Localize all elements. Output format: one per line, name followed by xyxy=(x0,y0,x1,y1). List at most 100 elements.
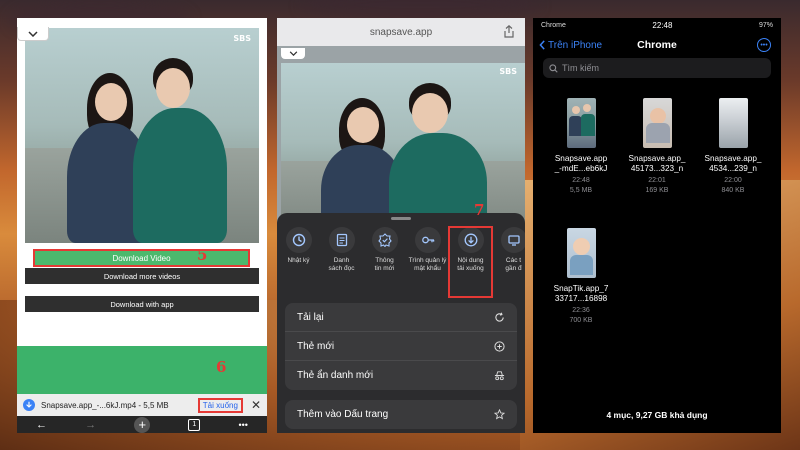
star-icon xyxy=(493,409,505,421)
person-man xyxy=(133,108,227,243)
status-time: 22:48 xyxy=(652,20,673,30)
forward-arrow-icon[interactable]: → xyxy=(85,419,96,431)
back-arrow-icon[interactable]: ← xyxy=(36,419,47,431)
file-thumbnail xyxy=(566,98,596,148)
search-placeholder: Tìm kiếm xyxy=(562,63,599,73)
reading-list-icon xyxy=(328,227,355,253)
browser-panel-left: SBS Download Video 5 Download more video… xyxy=(17,18,267,433)
file-item[interactable]: Snapsave.app_ 45173...323_n 22:01 169 KB xyxy=(619,98,695,196)
menu-new-tab[interactable]: Thẻ mới xyxy=(285,332,517,361)
status-bar: Chrome 22:48 97% xyxy=(533,18,781,32)
history-icon xyxy=(285,227,312,253)
menu-group-tabs: Tải lại Thẻ mới Thẻ ẩn danh mới xyxy=(285,303,517,390)
close-icon[interactable]: ✕ xyxy=(251,398,261,412)
download-icon xyxy=(457,227,484,253)
collapse-ad-button[interactable] xyxy=(281,48,305,59)
file-thumbnail xyxy=(718,98,748,148)
collapse-ad-button[interactable] xyxy=(17,27,49,41)
recent-tabs-icon xyxy=(500,227,525,253)
status-battery: 97% xyxy=(758,21,773,29)
file-name: SnapTik.app_7 33717...16898 xyxy=(553,284,609,303)
step-number-6: 6 xyxy=(216,358,227,376)
sheet-grabber[interactable] xyxy=(391,217,411,220)
download-video-button[interactable]: Download Video xyxy=(33,249,250,267)
file-thumbnail xyxy=(642,98,672,148)
menu-add-bookmark[interactable]: Thêm vào Dấu trang xyxy=(285,400,517,429)
chevron-down-icon xyxy=(289,51,297,56)
more-options-icon[interactable]: ••• xyxy=(757,38,771,52)
search-field[interactable]: Tìm kiếm xyxy=(543,58,771,78)
download-bar: Snapsave.app_-...6kJ.mp4 - 5,5 MB Tải xu… xyxy=(17,394,267,416)
file-name: Snapsave.app_ 45173...323_n xyxy=(628,154,686,173)
download-more-videos-button[interactable]: Download more videos xyxy=(25,268,259,284)
file-meta: 22:00 840 KB xyxy=(721,177,745,194)
files-app-panel: Chrome 22:48 97% Trên iPhone Chrome ••• … xyxy=(533,18,781,433)
back-label: Trên iPhone xyxy=(548,39,603,51)
storage-summary: 4 mục, 9,27 GB khả dụng xyxy=(606,410,708,420)
save-download-button[interactable]: Tải xuống xyxy=(197,397,243,413)
action-reading-list[interactable]: Danh sách đọc xyxy=(320,227,363,297)
more-menu-icon[interactable]: ••• xyxy=(238,420,247,430)
browser-panel-middle: snapsave.app SBS 7 Nhật ký Danh sách đọc… xyxy=(277,18,525,433)
file-name: Snapsave.app_ 4534...239_n xyxy=(704,154,762,173)
file-item[interactable]: SnapTik.app_7 33717...16898 22:36 700 KB xyxy=(543,228,619,326)
broadcaster-logo: SBS xyxy=(499,67,517,76)
chrome-menu-sheet: 7 Nhật ký Danh sách đọc Thông tin mới Tr… xyxy=(277,201,525,433)
action-news[interactable]: Thông tin mới xyxy=(363,227,406,297)
action-downloads[interactable]: Nội dung tải xuống xyxy=(448,226,493,298)
file-meta: 22:01 169 KB xyxy=(645,177,669,194)
action-history[interactable]: Nhật ký xyxy=(277,227,320,297)
new-tab-plus-icon[interactable]: + xyxy=(134,416,151,433)
action-recent-tabs[interactable]: Các t gần đ xyxy=(492,227,525,297)
background-cloud xyxy=(300,0,540,20)
chevron-down-icon xyxy=(28,30,38,37)
video-thumbnail[interactable]: SBS xyxy=(25,28,259,243)
browser-toolbar: ← → + 1 ••• xyxy=(17,416,267,433)
file-meta: 22:36 700 KB xyxy=(569,307,593,324)
password-key-icon xyxy=(414,227,441,253)
person-face xyxy=(412,93,448,133)
step-number-7: 7 xyxy=(474,201,485,219)
action-label: Danh sách đọc xyxy=(328,257,355,272)
person-face xyxy=(95,83,127,121)
menu-item-label: Thêm vào Dấu trang xyxy=(297,409,389,420)
video-thumbnail[interactable]: SBS xyxy=(281,63,525,238)
person-face xyxy=(156,68,190,108)
file-meta: 22:48 5,5 MB xyxy=(569,177,593,194)
step-number-5: 5 xyxy=(197,246,208,264)
file-item[interactable]: Snapsave.app_ 4534...239_n 22:00 840 KB xyxy=(695,98,771,196)
incognito-icon xyxy=(493,370,505,382)
download-arrow-icon xyxy=(23,399,35,411)
action-label: Thông tin mới xyxy=(374,257,395,272)
menu-item-label: Thẻ mới xyxy=(297,340,335,352)
navigation-bar: Trên iPhone Chrome ••• xyxy=(533,34,781,56)
file-thumbnail xyxy=(566,228,596,278)
action-password-manager[interactable]: Trình quản lý mật khẩu xyxy=(406,227,449,297)
news-icon xyxy=(371,227,398,253)
action-label: Các t gần đ xyxy=(505,257,522,272)
menu-item-label: Thẻ ẩn danh mới xyxy=(297,370,374,381)
chevron-left-icon xyxy=(539,40,545,50)
menu-group-bookmarks: Thêm vào Dấu trang xyxy=(285,400,517,429)
menu-item-label: Tải lại xyxy=(297,311,324,323)
person-face xyxy=(347,107,379,143)
green-banner xyxy=(17,346,267,396)
menu-new-incognito-tab[interactable]: Thẻ ẩn danh mới xyxy=(285,361,517,390)
reload-icon xyxy=(493,311,505,323)
menu-reload[interactable]: Tải lại xyxy=(285,303,517,332)
back-button[interactable]: Trên iPhone xyxy=(539,40,602,51)
action-label: Nội dung tải xuống xyxy=(457,257,484,272)
share-icon[interactable] xyxy=(503,25,515,38)
action-label: Nhật ký xyxy=(287,257,310,264)
action-row: Nhật ký Danh sách đọc Thông tin mới Trìn… xyxy=(277,226,525,298)
address-bar[interactable]: snapsave.app xyxy=(277,18,525,46)
action-label: Trình quản lý mật khẩu xyxy=(408,257,447,272)
file-name: Snapsave.app _-mdE...eb6kJ xyxy=(554,154,608,173)
search-icon xyxy=(549,63,558,73)
tab-switcher-button[interactable]: 1 xyxy=(188,418,201,431)
file-item[interactable]: Snapsave.app _-mdE...eb6kJ 22:48 5,5 MB xyxy=(543,98,619,196)
new-tab-icon xyxy=(493,340,505,352)
download-with-app-button[interactable]: Download with app xyxy=(25,296,259,312)
status-carrier: Chrome xyxy=(541,21,566,29)
download-filename: Snapsave.app_-...6kJ.mp4 - 5,5 MB xyxy=(41,400,169,410)
